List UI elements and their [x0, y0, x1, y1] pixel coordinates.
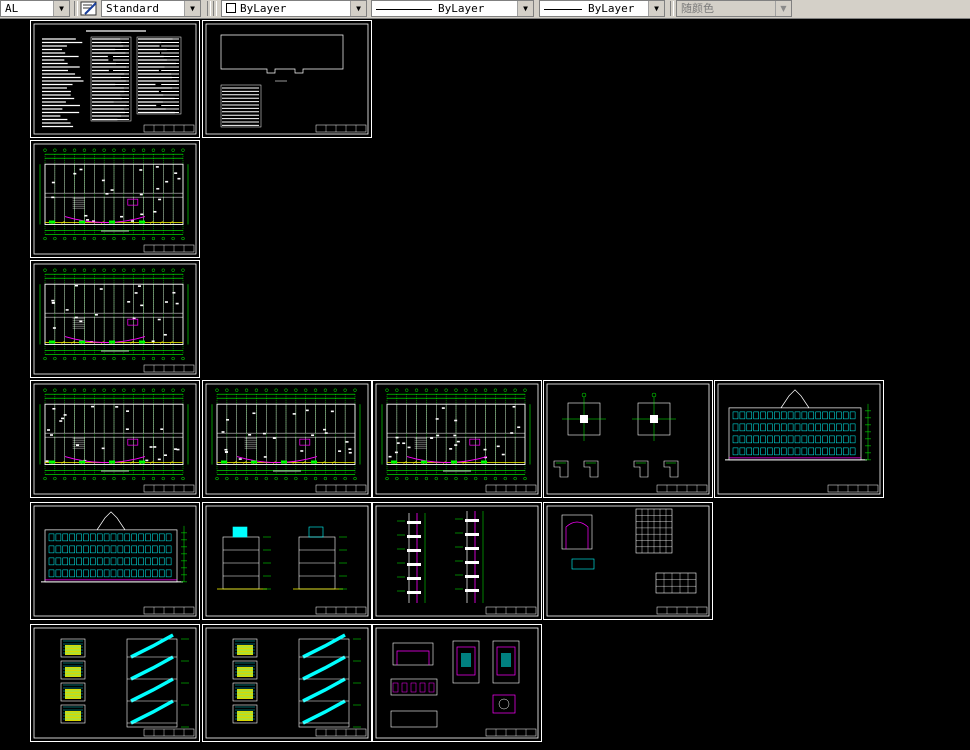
- drawing-canvas[interactable]: [0, 18, 970, 750]
- toolbar-separator: [74, 1, 78, 16]
- drawing-sheet-nodes[interactable]: [372, 624, 542, 742]
- sheet-drawing: [33, 383, 197, 495]
- text-style-combo[interactable]: Standard ▼: [101, 0, 201, 17]
- linetype-combo-value: ByLayer: [438, 2, 485, 15]
- chevron-down-icon[interactable]: ▼: [517, 1, 533, 16]
- sheet-drawing: [205, 383, 369, 495]
- chevron-down-icon[interactable]: ▼: [53, 1, 69, 16]
- pencil-icon: [80, 1, 97, 16]
- drawing-sheet-section[interactable]: [202, 502, 372, 620]
- sheet-drawing: [33, 505, 197, 617]
- sheet-drawing: [205, 627, 369, 739]
- lineweight-combo[interactable]: ByLayer ▼: [539, 0, 665, 17]
- sheet-drawing: [33, 627, 197, 739]
- sheet-drawing: [205, 505, 369, 617]
- text-style-manager-button[interactable]: [79, 0, 99, 17]
- sheet-drawing: [546, 505, 710, 617]
- toolbar-separator: [670, 1, 674, 16]
- drawing-sheet-notes[interactable]: [30, 20, 200, 138]
- drawing-sheet-windows[interactable]: [543, 502, 713, 620]
- toolbar-separator: [207, 1, 211, 16]
- layer-combo-value: AL: [5, 2, 19, 15]
- plot-style-combo: 随颜色 ▼: [676, 0, 792, 17]
- drawing-sheet-plan[interactable]: [30, 260, 200, 378]
- drawing-sheet-elevation[interactable]: [714, 380, 884, 498]
- drawing-sheet-plan[interactable]: [30, 140, 200, 258]
- properties-toolbar: AL ▼ Standard ▼ ByLayer ▼ ByLayer ▼ ByLa…: [0, 0, 970, 19]
- sheet-drawing: [205, 23, 369, 135]
- plot-style-value: 随颜色: [681, 2, 714, 15]
- sheet-drawing: [546, 383, 710, 495]
- drawing-sheet-elevation[interactable]: [30, 502, 200, 620]
- sheet-drawing: [33, 263, 197, 375]
- drawing-sheet-site[interactable]: [202, 20, 372, 138]
- lineweight-combo-value: ByLayer: [588, 2, 635, 15]
- sheet-drawing: [375, 505, 539, 617]
- drawing-sheet-stairs[interactable]: [30, 624, 200, 742]
- sheet-drawing: [375, 383, 539, 495]
- toolbar-separator: [213, 1, 217, 16]
- linetype-preview-icon: [376, 8, 432, 10]
- lineweight-preview-icon: [544, 8, 582, 10]
- chevron-down-icon[interactable]: ▼: [184, 1, 200, 16]
- sheet-drawing: [33, 143, 197, 255]
- drawing-sheet-stairs[interactable]: [202, 624, 372, 742]
- drawing-sheet-plan[interactable]: [372, 380, 542, 498]
- sheet-drawing: [33, 23, 197, 135]
- chevron-down-icon: ▼: [775, 1, 791, 16]
- drawing-sheet-plan[interactable]: [30, 380, 200, 498]
- drawing-sheet-wallsection[interactable]: [372, 502, 542, 620]
- drawing-sheet-details[interactable]: [543, 380, 713, 498]
- linetype-combo[interactable]: ByLayer ▼: [371, 0, 534, 17]
- sheet-drawing: [375, 627, 539, 739]
- color-swatch-icon: [226, 3, 236, 13]
- layer-combo[interactable]: AL ▼: [0, 0, 70, 17]
- chevron-down-icon[interactable]: ▼: [350, 1, 366, 16]
- color-combo[interactable]: ByLayer ▼: [221, 0, 367, 17]
- sheet-drawing: [717, 383, 881, 495]
- color-combo-value: ByLayer: [240, 2, 287, 15]
- drawing-sheet-plan[interactable]: [202, 380, 372, 498]
- chevron-down-icon[interactable]: ▼: [648, 1, 664, 16]
- text-style-value: Standard: [106, 2, 159, 15]
